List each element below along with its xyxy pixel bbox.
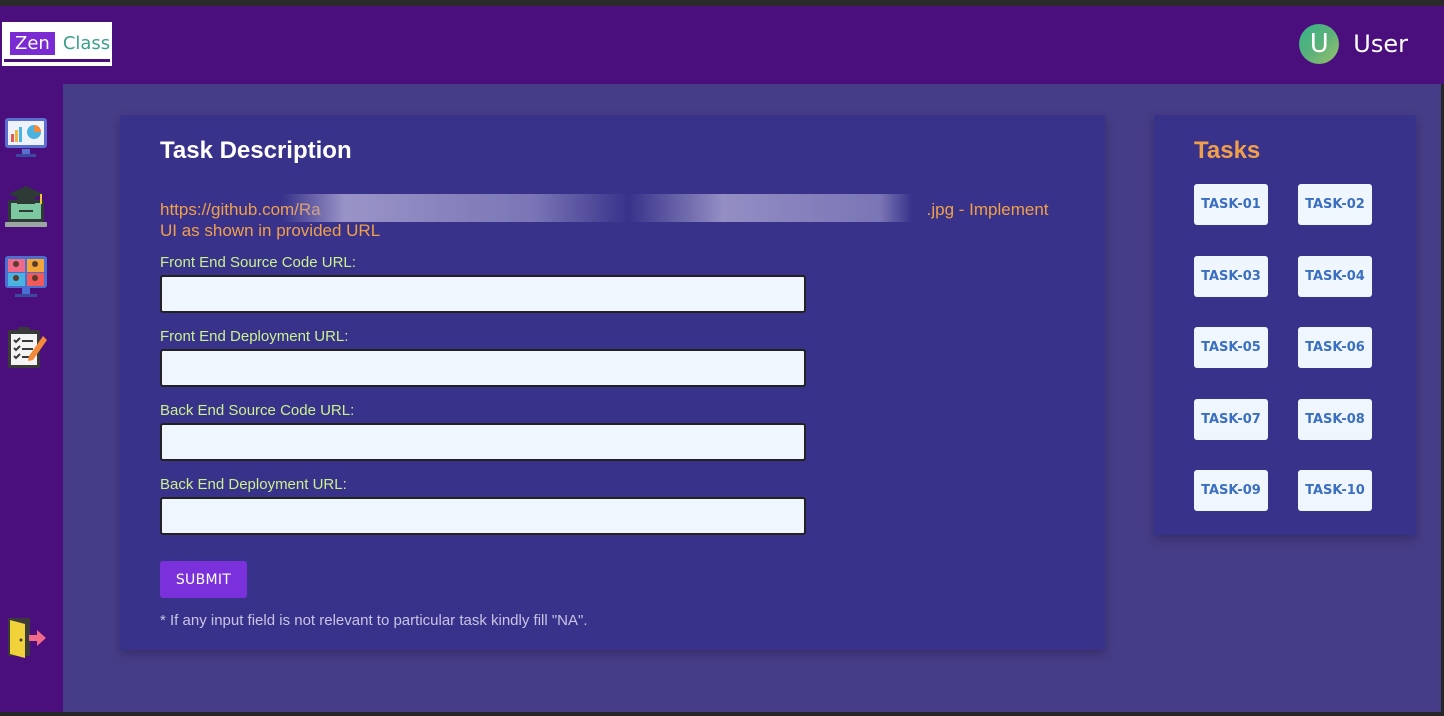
task-button-02[interactable]: TASK-02: [1298, 184, 1372, 225]
back-end-deployment-label: Back End Deployment URL:: [160, 476, 347, 493]
redacted-url-blur: [282, 194, 912, 222]
task-button-08[interactable]: TASK-08: [1298, 399, 1372, 440]
task-button-03[interactable]: TASK-03: [1194, 256, 1268, 297]
video-class-icon[interactable]: [3, 254, 49, 300]
logo-class-text: Class: [62, 32, 111, 54]
front-end-source-input[interactable]: [160, 275, 806, 313]
front-end-deployment-label: Front End Deployment URL:: [160, 328, 349, 345]
back-end-source-label: Back End Source Code URL:: [160, 402, 355, 419]
task-description-card: Task Description https://github.com/Ra .j…: [120, 115, 1105, 650]
na-instruction-note: * If any input field is not relevant to …: [160, 612, 588, 629]
window-bottom-strip: [0, 712, 1444, 716]
user-name[interactable]: User: [1353, 30, 1408, 58]
task-button-07[interactable]: TASK-07: [1194, 399, 1268, 440]
dashboard-chart-icon[interactable]: [3, 114, 49, 160]
top-header: Zen Class U User: [0, 6, 1444, 84]
task-description-title: Task Description: [160, 137, 352, 164]
zen-class-logo[interactable]: Zen Class: [2, 22, 112, 64]
graduation-laptop-icon[interactable]: [3, 184, 49, 230]
sidebar: [0, 84, 63, 712]
logout-door-icon[interactable]: [3, 614, 49, 660]
tasks-panel: Tasks TASK-01 TASK-02 TASK-03 TASK-04 TA…: [1154, 115, 1416, 535]
tasks-title: Tasks: [1194, 137, 1261, 164]
user-avatar[interactable]: U: [1299, 24, 1340, 64]
front-end-deployment-input[interactable]: [160, 349, 806, 387]
task-button-05[interactable]: TASK-05: [1194, 327, 1268, 368]
task-button-01[interactable]: TASK-01: [1194, 184, 1268, 225]
logo-zen-text: Zen: [10, 31, 55, 55]
user-menu[interactable]: U User: [1299, 23, 1408, 65]
task-button-04[interactable]: TASK-04: [1298, 256, 1372, 297]
back-end-deployment-input[interactable]: [160, 497, 806, 535]
task-button-06[interactable]: TASK-06: [1298, 327, 1372, 368]
task-button-09[interactable]: TASK-09: [1194, 470, 1268, 511]
front-end-source-label: Front End Source Code URL:: [160, 254, 356, 271]
task-clipboard-icon[interactable]: [3, 324, 49, 370]
task-button-10[interactable]: TASK-10: [1298, 470, 1372, 511]
submit-button[interactable]: SUBMIT: [160, 561, 247, 598]
back-end-source-input[interactable]: [160, 423, 806, 461]
